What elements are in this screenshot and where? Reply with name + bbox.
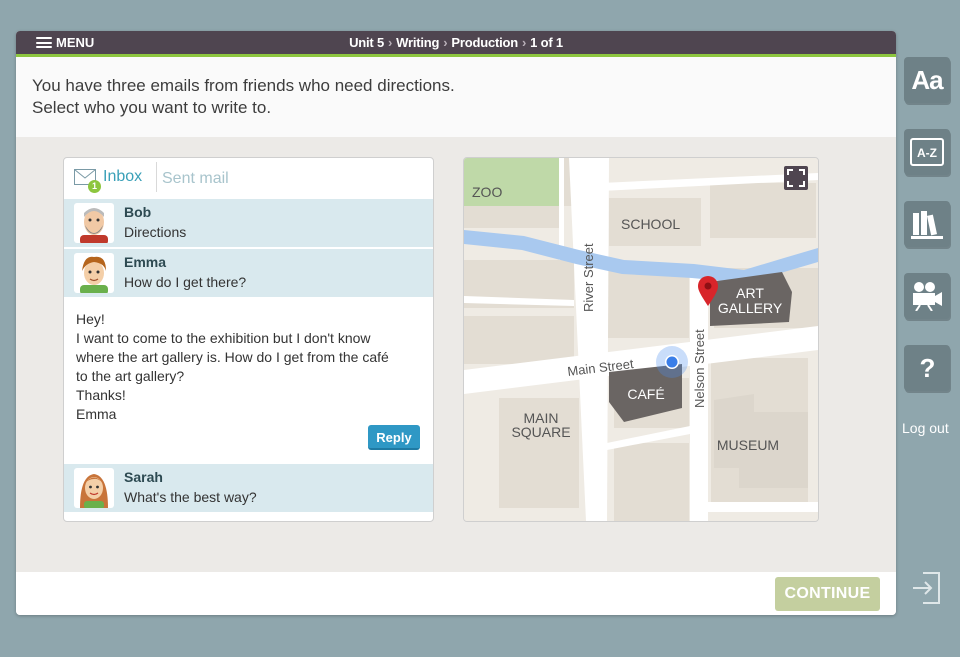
chevron-right-icon: › <box>522 35 527 50</box>
avatar <box>74 203 114 243</box>
message-row-emma[interactable]: Emma How do I get there? <box>64 249 433 297</box>
fullscreen-icon[interactable] <box>784 166 808 190</box>
breadcrumb-page: 1 of 1 <box>530 35 563 50</box>
tab-sent-mail[interactable]: Sent mail <box>162 170 229 188</box>
breadcrumb-section[interactable]: Writing <box>396 35 439 50</box>
library-button[interactable] <box>904 201 950 247</box>
font-size-button[interactable]: Aa <box>904 57 950 103</box>
breadcrumb-unit[interactable]: Unit 5 <box>349 35 384 50</box>
sender-name: Emma <box>124 254 167 270</box>
map-label-river-street: River Street <box>581 243 596 312</box>
help-button[interactable]: ? <box>904 345 950 391</box>
email-client: 1 Inbox Sent mail Bob Directions Emma Ho… <box>63 157 434 522</box>
message-subject: How do I get there? <box>124 274 247 290</box>
instruction-line-1: You have three emails from friends who n… <box>32 76 455 95</box>
logout-link[interactable]: Log out <box>902 420 949 436</box>
logout-icon[interactable] <box>911 571 941 605</box>
message-line: Emma <box>76 406 117 422</box>
message-line: Thanks! <box>76 387 126 403</box>
continue-button[interactable]: CONTINUE <box>775 577 880 611</box>
bottom-bar: CONTINUE <box>16 572 896 615</box>
tab-inbox[interactable]: 1 Inbox <box>74 168 143 193</box>
instruction-line-2: Select who you want to write to. <box>32 98 272 117</box>
map-label-museum: MUSEUM <box>717 437 779 453</box>
map-label-art: ART <box>736 285 764 301</box>
map-label-school: SCHOOL <box>621 216 680 232</box>
message-row-bob[interactable]: Bob Directions <box>64 199 433 247</box>
avatar <box>74 253 114 293</box>
sender-name: Sarah <box>124 469 163 485</box>
avatar <box>74 468 114 508</box>
envelope-icon: 1 <box>74 169 101 193</box>
message-line: where the art gallery is. How do I get f… <box>76 349 389 365</box>
current-location-dot <box>666 356 678 368</box>
glossary-icon: A-Z <box>910 138 944 166</box>
map-label-gallery: GALLERY <box>718 300 783 316</box>
sender-name: Bob <box>124 204 152 220</box>
message-line: to the art gallery? <box>76 368 185 384</box>
breadcrumb: Unit 5 › Writing › Production › 1 of 1 <box>16 35 896 50</box>
message-line: Hey! <box>76 311 105 327</box>
mail-tabs: 1 Inbox Sent mail <box>64 158 433 198</box>
tab-divider <box>156 162 157 192</box>
breadcrumb-activity[interactable]: Production <box>451 35 518 50</box>
font-size-icon: Aa <box>911 64 943 95</box>
chevron-right-icon: › <box>443 35 448 50</box>
help-icon: ? <box>919 352 936 383</box>
activity-panel: MENU Unit 5 › Writing › Production › 1 of 1 Yo… <box>16 31 896 615</box>
map-label-square: SQUARE <box>511 424 570 440</box>
books-icon <box>911 211 943 239</box>
message-line: I want to come to the exhibition but I d… <box>76 330 371 346</box>
row-divider <box>64 247 433 248</box>
instructions: You have three emails from friends who n… <box>16 57 896 137</box>
tab-inbox-label: Inbox <box>103 168 143 185</box>
message-subject: Directions <box>124 224 187 240</box>
message-subject: What's the best way? <box>124 489 257 505</box>
map-label-nelson-street: Nelson Street <box>692 329 707 408</box>
map-label-zoo: ZOO <box>472 184 502 200</box>
message-row-sarah[interactable]: Sarah What's the best way? <box>64 464 433 512</box>
map-graphic: ZOO SCHOOL ART GALLERY CAFÉ MAIN SQUARE … <box>464 158 818 521</box>
svg-text:A-Z: A-Z <box>917 146 937 160</box>
video-camera-icon <box>913 282 942 311</box>
glossary-button[interactable]: A-Z <box>904 129 950 175</box>
reply-button[interactable]: Reply <box>368 425 420 450</box>
video-button[interactable] <box>904 273 950 319</box>
city-map: ZOO SCHOOL ART GALLERY CAFÉ MAIN SQUARE … <box>463 157 819 522</box>
chevron-right-icon: › <box>387 35 393 50</box>
unread-badge: 1 <box>88 180 101 193</box>
message-body: Hey! I want to come to the exhibition bu… <box>76 310 426 424</box>
map-label-cafe: CAFÉ <box>627 386 664 402</box>
top-bar: MENU Unit 5 › Writing › Production › 1 of 1 <box>16 31 896 57</box>
